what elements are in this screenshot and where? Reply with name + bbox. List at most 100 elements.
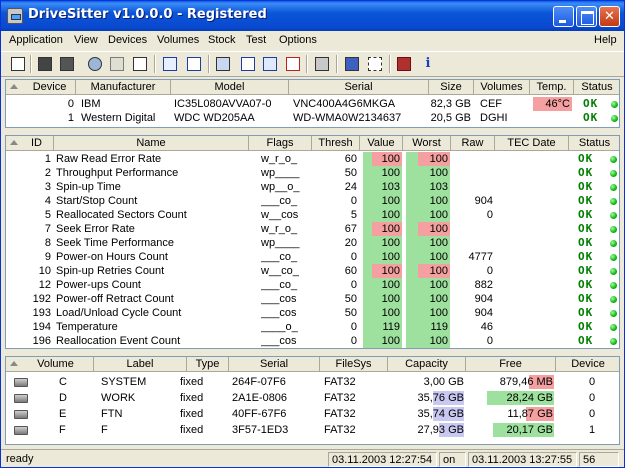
device-row[interactable]: 1 Western Digital WDC WD205AA WD-WMA0W21346… [6,111,619,125]
col-type[interactable]: Type [187,357,229,372]
attribute-id: 193 [32,307,51,319]
col-id[interactable]: ID [6,136,54,151]
grid-icon[interactable] [214,55,232,73]
col-value[interactable]: Value [360,136,403,151]
col-model[interactable]: Model [171,80,289,95]
attribute-worst: 103 [429,181,448,193]
menu-test[interactable]: Test [246,34,266,46]
col-volume[interactable]: Volume [6,357,94,372]
volume-label: SYSTEM [101,376,147,388]
attribute-thresh: 50 [344,307,357,319]
smart-attribute-row[interactable]: 8 Seek Time Performance wp____ 20 100 100 OK [6,236,619,250]
drive-icon[interactable] [185,55,203,73]
col-device[interactable]: Device [6,80,76,95]
smart-attribute-row[interactable]: 5 Reallocated Sectors Count w__cos 5 100 100 0… [6,208,619,222]
smart-attribute-row[interactable]: 196 Reallocation Event Count ___cos 0 100 100… [6,334,619,348]
menu-application[interactable]: Application [9,34,63,46]
smart-attribute-row[interactable]: 3 Spin-up Time wp__o_ 24 103 103 OK [6,180,619,194]
col-device[interactable]: Device [556,357,619,372]
attribute-flags: ___co_ [261,251,298,263]
attribute-value: 100 [381,223,400,235]
col-thresh[interactable]: Thresh [312,136,360,151]
attribute-status: OK [578,152,594,165]
smart-attribute-row[interactable]: 193 Load/Unload Cycle Count ___cos 50 100 100… [6,306,619,320]
col-tec-date[interactable]: TEC Date [495,136,569,151]
volume-row[interactable]: C SYSTEM fixed 264F-07F6 FAT32 3,00 GB 879,46 … [6,375,619,389]
book-icon[interactable] [366,55,384,73]
export-icon[interactable] [313,55,331,73]
smart-attribute-row[interactable]: 9 Power-on Hours Count ___co_ 0 100 100 4777 OK [6,250,619,264]
col-size[interactable]: Size [429,80,474,95]
info-icon[interactable] [395,55,413,73]
col-raw[interactable]: Raw [451,136,495,151]
col-free[interactable]: Free [466,357,556,372]
select-icon[interactable] [343,55,361,73]
col-capacity[interactable]: Capacity [388,357,466,372]
device-row[interactable]: 0 IBM IC35L080AVVA07-0 VNC400A4G6MKGA 82,3 G… [6,97,619,111]
attribute-raw [451,222,493,236]
col-flags[interactable]: Flags [249,136,312,151]
device-temp: 46°C [545,98,570,110]
list-icon[interactable] [161,55,179,73]
col-volumes[interactable]: Volumes [474,80,530,95]
attribute-thresh: 60 [344,265,357,277]
device-volumes: CEF [480,98,502,110]
volume-row[interactable]: D WORK fixed 2A1E-0806 FAT32 35,76 GB 28,24 GB… [6,391,619,405]
help-info-icon[interactable]: i [419,55,437,73]
volume-row[interactable]: F Ffixed 3F57-1ED3 FAT32 27,93 GB 20,17 GB 1 [6,423,619,437]
print-icon[interactable] [86,55,104,73]
col-serial[interactable]: Serial [289,80,429,95]
smart-attribute-row[interactable]: 1 Raw Read Error Rate w_r_o_ 60 100 100 OK [6,152,619,166]
table-icon[interactable] [239,55,257,73]
menu-volumes[interactable]: Volumes [157,34,199,46]
title-bar[interactable]: DriveSitter v1.0.0.0 - Registered ✕ [1,1,624,31]
attribute-raw: 0 [486,265,493,277]
smart-attribute-row[interactable]: 7 Seek Error Rate w_r_o_ 67 100 100 OK [6,222,619,236]
menu-options[interactable]: Options [279,34,317,46]
col-status[interactable]: Status [574,80,619,95]
smart-attribute-row[interactable]: 4 Start/Stop Count ___co_ 0 100 100 904 OK [6,194,619,208]
attribute-raw [451,152,493,166]
sort-arrow-icon [10,84,18,89]
col-manufacturer[interactable]: Manufacturer [76,80,171,95]
smart-attribute-row[interactable]: 12 Power-ups Count ___co_ 0 100 100 882 OK [6,278,619,292]
attribute-status: OK [578,194,594,207]
col-filesys[interactable]: FileSys [320,357,388,372]
minimize-button[interactable] [553,6,574,27]
remove-icon[interactable] [261,55,279,73]
col-status[interactable]: Status [569,136,619,151]
edit-icon[interactable] [108,55,126,73]
volume-letter: F [59,424,66,436]
col-serial[interactable]: Serial [229,357,320,372]
smart-attribute-row[interactable]: 192 Power-off Retract Count ___cos 50 100 100… [6,292,619,306]
smart-attribute-row[interactable]: 10 Spin-up Retries Count w__co_ 60 100 100 0 OK [6,264,619,278]
volume-filesys: FAT32 [324,408,356,420]
smart-attribute-row[interactable]: 194 Temperature ____o_ 0 119 119 46 OK [6,320,619,334]
device-model: WDC WD205AA [174,112,255,124]
menu-devices[interactable]: Devices [108,34,147,46]
close-button[interactable]: ✕ [599,6,620,27]
check-icon[interactable] [131,55,149,73]
volume-row[interactable]: E FTN fixed 40FF-67F6 FAT32 35,74 GB 11,87 GB 0 [6,407,619,421]
col-name[interactable]: Name [54,136,249,151]
attribute-status: OK [578,334,594,347]
settings-icon[interactable] [284,55,302,73]
menu-stock[interactable]: Stock [208,34,236,46]
col-label[interactable]: Label [94,357,187,372]
smart-attribute-row[interactable]: 2 Throughput Performance wp____ 50 100 100 OK [6,166,619,180]
window-title: DriveSitter v1.0.0.0 - Registered [28,7,267,22]
col-temp[interactable]: Temp. [530,80,574,95]
attribute-status: OK [578,292,594,305]
maximize-button[interactable] [576,6,597,27]
refresh-icon[interactable] [58,55,76,73]
app-drive-icon[interactable] [7,8,23,24]
menu-view[interactable]: View [74,34,98,46]
attribute-status: OK [578,264,594,277]
attribute-worst: 100 [429,153,448,165]
copy-icon[interactable] [9,55,27,73]
menu-help[interactable]: Help [594,34,617,46]
device-size: 20,5 GB [430,112,471,124]
col-worst[interactable]: Worst [403,136,451,151]
save-icon[interactable] [36,55,54,73]
volume-letter: E [59,408,67,420]
